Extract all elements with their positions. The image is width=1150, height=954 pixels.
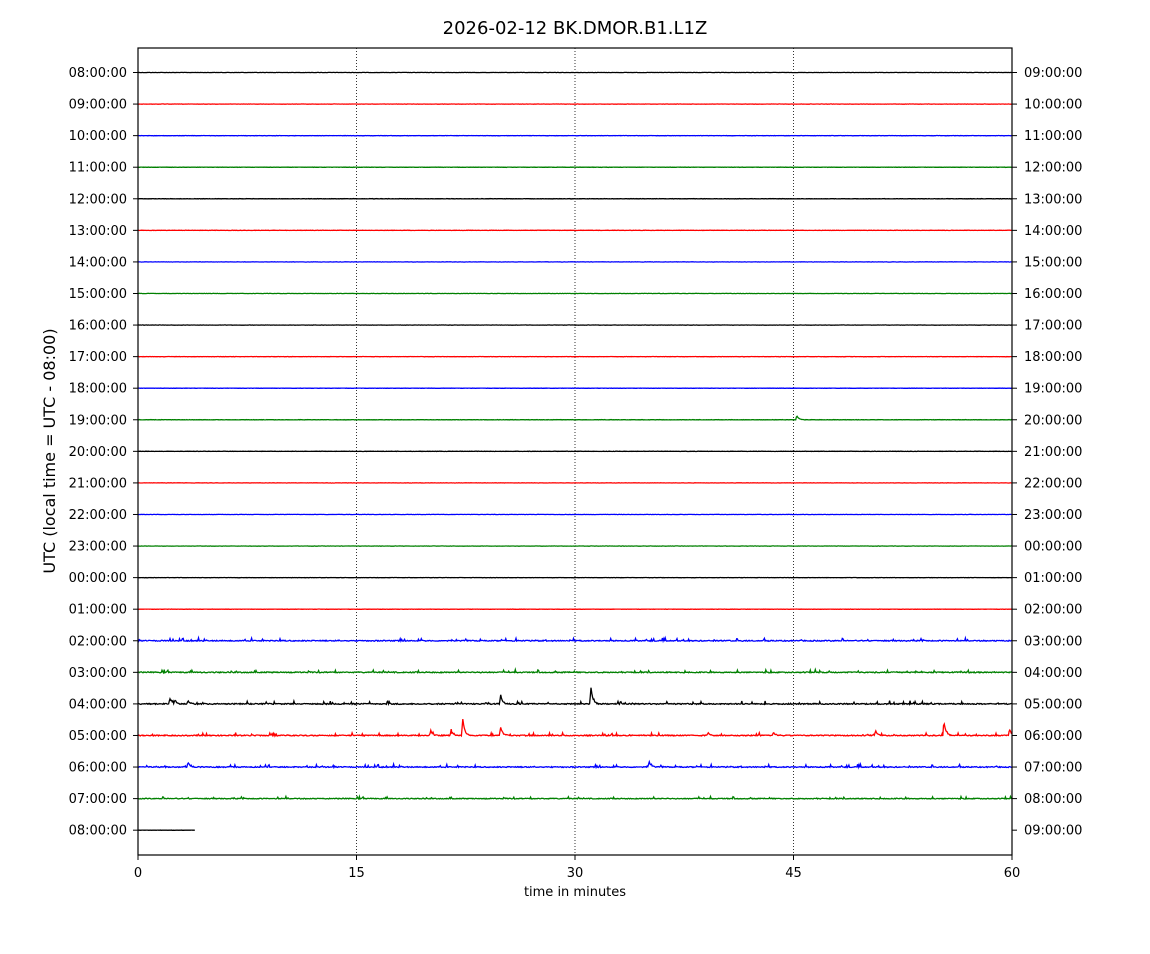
y-tick-label-right: 03:00:00 — [1024, 634, 1082, 649]
seismic-trace — [138, 416, 1012, 420]
y-tick-label-left: 00:00:00 — [69, 571, 127, 586]
y-tick-label-right: 14:00:00 — [1024, 224, 1082, 239]
y-tick-label-left: 16:00:00 — [69, 319, 127, 334]
y-tick-label-left: 03:00:00 — [69, 666, 127, 681]
y-tick-label-right: 06:00:00 — [1024, 729, 1082, 744]
seismic-trace — [138, 797, 1012, 800]
y-tick-label-left: 18:00:00 — [69, 382, 127, 397]
x-axis-label: time in minutes — [524, 885, 626, 900]
y-tick-label-right: 19:00:00 — [1024, 382, 1082, 397]
x-tick-label: 30 — [567, 866, 584, 881]
y-tick-label-right: 09:00:00 — [1024, 824, 1082, 839]
y-tick-label-right: 16:00:00 — [1024, 287, 1082, 302]
y-tick-label-left: 19:00:00 — [69, 413, 127, 428]
x-tick-label: 0 — [134, 866, 142, 881]
y-tick-label-right: 01:00:00 — [1024, 571, 1082, 586]
y-tick-label-right: 22:00:00 — [1024, 476, 1082, 491]
x-tick-label: 60 — [1004, 866, 1021, 881]
y-tick-label-right: 12:00:00 — [1024, 161, 1082, 176]
y-tick-label-left: 22:00:00 — [69, 508, 127, 523]
y-tick-label-right: 04:00:00 — [1024, 666, 1082, 681]
helicorder-chart: 2026-02-12 BK.DMOR.B1.L1Z 08:00:00 09:00:… — [0, 0, 1150, 950]
y-tick-label-right: 10:00:00 — [1024, 98, 1082, 113]
seismic-trace — [138, 719, 1012, 736]
y-tick-label-right: 15:00:00 — [1024, 255, 1082, 270]
y-tick-label-right: 13:00:00 — [1024, 192, 1082, 207]
y-tick-label-right: 18:00:00 — [1024, 350, 1082, 365]
y-tick-label-right: 09:00:00 — [1024, 66, 1082, 81]
y-tick-label-right: 11:00:00 — [1024, 129, 1082, 144]
y-tick-label-left: 02:00:00 — [69, 634, 127, 649]
y-tick-label-left: 07:00:00 — [69, 792, 127, 807]
y-tick-label-right: 05:00:00 — [1024, 697, 1082, 712]
y-tick-label-left: 01:00:00 — [69, 603, 127, 618]
y-tick-label-left: 13:00:00 — [69, 224, 127, 239]
y-tick-label-right: 00:00:00 — [1024, 540, 1082, 555]
x-tick-label: 45 — [785, 866, 802, 881]
y-axis-label: UTC (local time = UTC - 08:00) — [40, 328, 59, 573]
y-tick-label-right: 17:00:00 — [1024, 319, 1082, 334]
y-tick-label-left: 15:00:00 — [69, 287, 127, 302]
seismic-trace — [138, 670, 1012, 673]
y-tick-label-left: 04:00:00 — [69, 697, 127, 712]
y-tick-label-right: 02:00:00 — [1024, 603, 1082, 618]
y-tick-label-right: 23:00:00 — [1024, 508, 1082, 523]
y-tick-label-left: 20:00:00 — [69, 445, 127, 460]
y-tick-label-right: 20:00:00 — [1024, 413, 1082, 428]
y-tick-label-right: 21:00:00 — [1024, 445, 1082, 460]
x-tick-label: 15 — [348, 866, 365, 881]
y-tick-label-left: 08:00:00 — [69, 66, 127, 81]
y-ticks: 08:00:00 09:00:00 09:00:00 10:00:00 10:00:00… — [69, 66, 1083, 839]
chart-title: 2026-02-12 BK.DMOR.B1.L1Z — [443, 18, 708, 39]
y-tick-label-left: 10:00:00 — [69, 129, 127, 144]
y-tick-label-right: 07:00:00 — [1024, 761, 1082, 776]
y-tick-label-left: 21:00:00 — [69, 476, 127, 491]
y-tick-label-right: 08:00:00 — [1024, 792, 1082, 807]
y-tick-label-left: 06:00:00 — [69, 761, 127, 776]
y-tick-label-left: 11:00:00 — [69, 161, 127, 176]
y-tick-label-left: 08:00:00 — [69, 824, 127, 839]
y-tick-label-left: 12:00:00 — [69, 192, 127, 207]
y-tick-label-left: 05:00:00 — [69, 729, 127, 744]
y-tick-label-left: 14:00:00 — [69, 255, 127, 270]
y-tick-label-left: 17:00:00 — [69, 350, 127, 365]
y-tick-label-left: 09:00:00 — [69, 98, 127, 113]
y-tick-label-left: 23:00:00 — [69, 540, 127, 555]
x-ticks: 0 15 30 45 60 — [134, 855, 1020, 881]
